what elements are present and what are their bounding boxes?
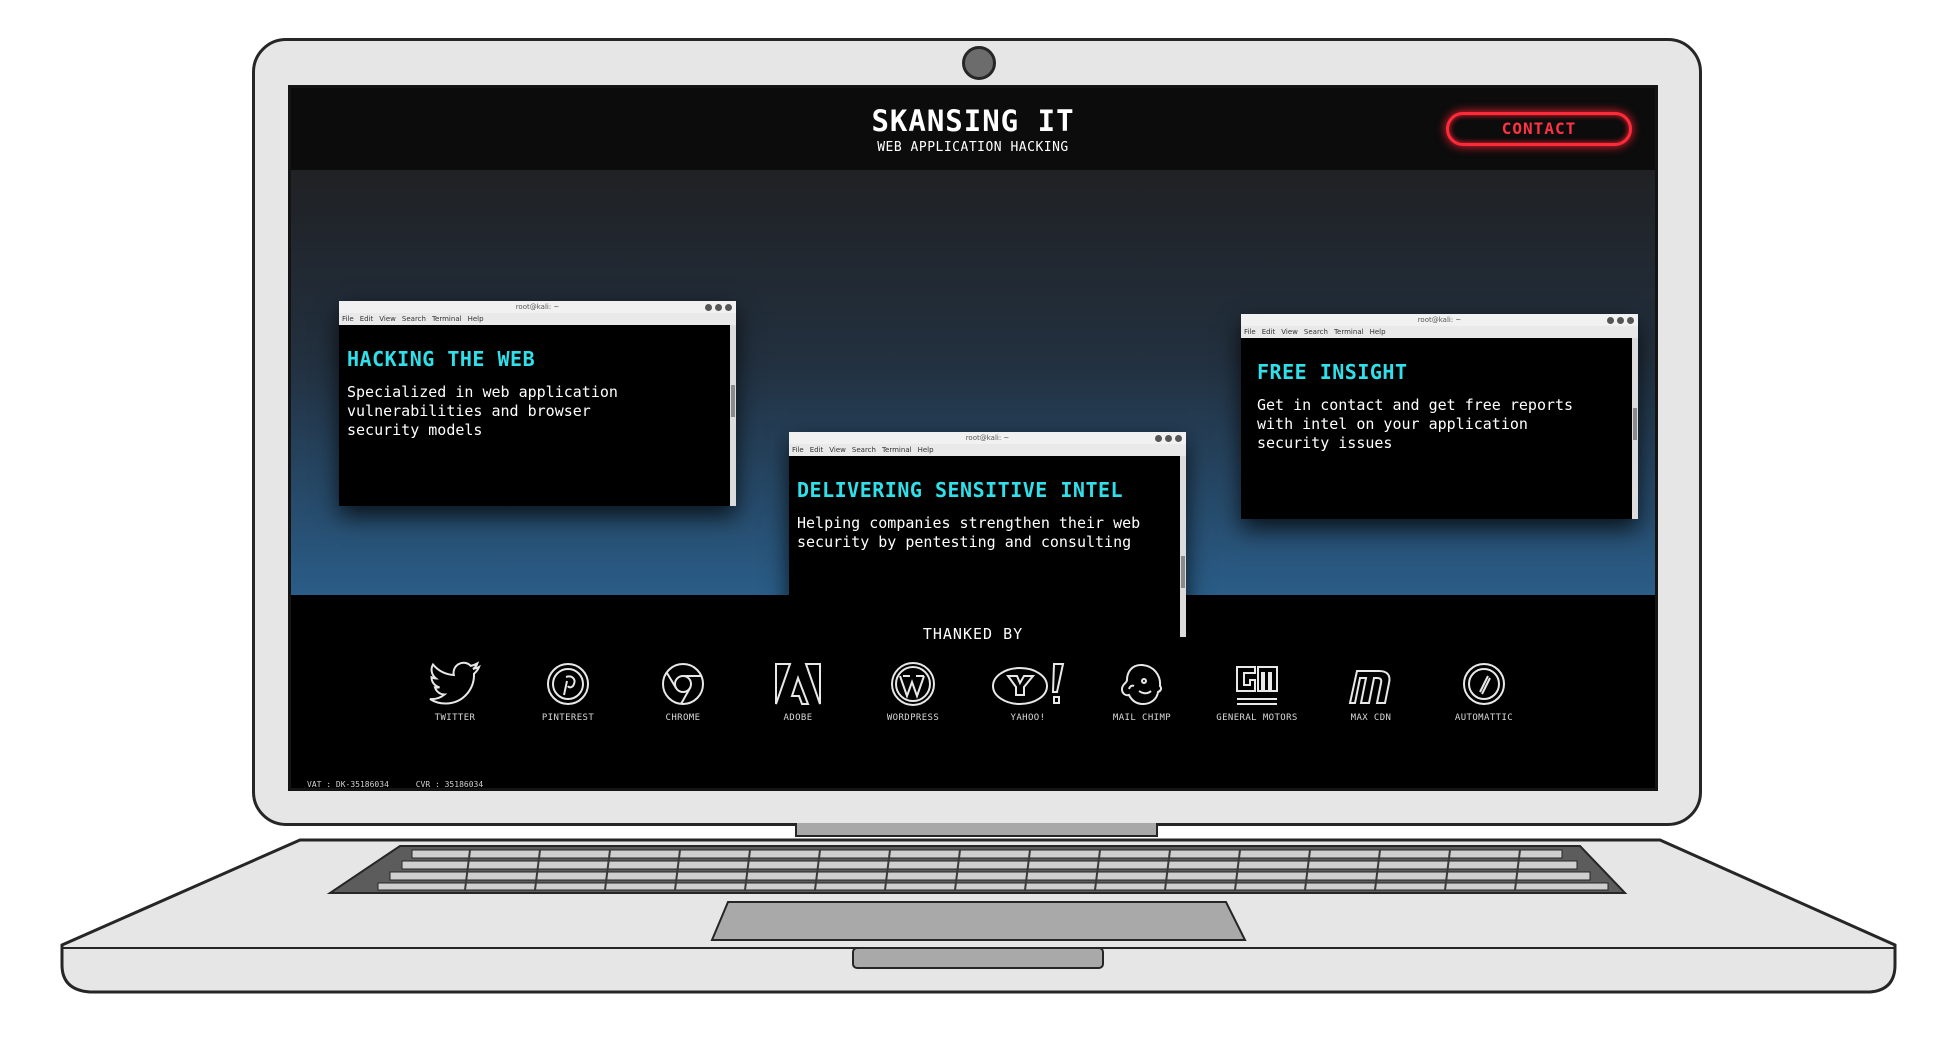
menu-terminal[interactable]: Terminal [1334, 328, 1364, 336]
terminal-scrollbar[interactable] [1632, 338, 1638, 519]
menu-file[interactable]: File [1244, 328, 1256, 336]
logo-yahoo[interactable]: YAHOO! [973, 661, 1083, 723]
logo-label: MAX CDN [1350, 713, 1392, 723]
menu-terminal[interactable]: Terminal [432, 315, 462, 323]
window-controls[interactable] [702, 303, 732, 315]
terminal-titlebar: root@kali: ~ [789, 432, 1186, 444]
terminal-title: root@kali: ~ [1417, 316, 1462, 324]
footer-vat: VAT : DK-35186034 [307, 780, 389, 789]
logo-wordpress[interactable]: WORDPRESS [858, 661, 968, 723]
logo-mailchimp[interactable]: MAIL CHIMP [1087, 661, 1197, 723]
menu-file[interactable]: File [792, 446, 804, 454]
terminal-menu: File Edit View Search Terminal Help [1241, 326, 1638, 338]
logo-label: MAIL CHIMP [1112, 713, 1172, 723]
logo-adobe[interactable]: ADOBE [743, 661, 853, 723]
logo-label: AUTOMATTIC [1454, 713, 1514, 723]
brand-subtitle: WEB APPLICATION HACKING [877, 140, 1069, 155]
logo-label: ADOBE [783, 713, 813, 723]
logo-maxcdn[interactable]: MAX CDN [1316, 661, 1426, 723]
window-controls[interactable] [1604, 316, 1634, 328]
laptop-hinge [795, 823, 1158, 837]
terminal-menu: File Edit View Search Terminal Help [789, 444, 1186, 456]
terminal-menu: File Edit View Search Terminal Help [339, 313, 736, 325]
terminal-scrollbar[interactable] [1180, 456, 1186, 637]
terminal-title: root@kali: ~ [515, 303, 560, 311]
card-text: Specialized in web application vulnerabi… [347, 383, 618, 439]
card-heading: FREE INSIGHT [1257, 360, 1408, 384]
menu-terminal[interactable]: Terminal [882, 446, 912, 454]
menu-help[interactable]: Help [468, 315, 484, 323]
menu-help[interactable]: Help [1370, 328, 1386, 336]
terminal-card-insight: root@kali: ~ File Edit View Search Terminal H… [1241, 314, 1638, 519]
terminal-body: FREE INSIGHT Get in contact and get free… [1241, 338, 1638, 453]
card-heading: HACKING THE WEB [347, 347, 536, 371]
footer-cvr: CVR : 35186034 [415, 780, 484, 789]
logo-general-motors[interactable]: GENERAL MOTORS [1202, 661, 1312, 723]
menu-view[interactable]: View [1281, 328, 1298, 336]
twitter-icon [429, 661, 481, 705]
logo-twitter[interactable]: TWITTER [400, 661, 510, 723]
thanked-by-title: THANKED BY [922, 625, 1024, 643]
adobe-icon [775, 663, 821, 705]
menu-view[interactable]: View [379, 315, 396, 323]
footer-company-info: VAT : DK-35186034 CVR : 35186034 [307, 780, 505, 789]
card-text: Get in contact and get free reports with… [1257, 396, 1574, 452]
terminal-card-intel: root@kali: ~ File Edit View Search Terminal H… [789, 432, 1186, 637]
logo-label: CHROME [665, 713, 701, 723]
logo-automattic[interactable]: AUTOMATTIC [1429, 661, 1539, 723]
menu-edit[interactable]: Edit [360, 315, 374, 323]
card-text: Helping companies strengthen their web s… [797, 514, 1141, 551]
menu-search[interactable]: Search [402, 315, 426, 323]
wordpress-icon [891, 662, 935, 706]
website-screen: SKANSING IT WEB APPLICATION HACKING CONT… [288, 85, 1658, 791]
pinterest-icon [547, 663, 589, 705]
gm-icon [1236, 666, 1278, 705]
terminal-titlebar: root@kali: ~ [339, 301, 736, 313]
site-header: SKANSING IT WEB APPLICATION HACKING CONT… [291, 88, 1655, 170]
terminal-body: DELIVERING SENSITIVE INTEL Helping compa… [789, 456, 1186, 552]
logo-label: GENERAL MOTORS [1216, 713, 1298, 723]
logo-label: PINTEREST [541, 713, 595, 723]
menu-edit[interactable]: Edit [1262, 328, 1276, 336]
logo-chrome[interactable]: CHROME [628, 661, 738, 723]
chrome-icon [662, 663, 704, 705]
terminal-title: root@kali: ~ [965, 434, 1010, 442]
terminal-card-hacking: root@kali: ~ File Edit View Search Terminal H… [339, 301, 736, 506]
contact-button[interactable]: CONTACT [1446, 112, 1632, 146]
terminal-body: HACKING THE WEB Specialized in web appli… [339, 325, 736, 440]
automattic-icon [1463, 663, 1505, 705]
terminal-scrollbar[interactable] [730, 325, 736, 506]
menu-help[interactable]: Help [918, 446, 934, 454]
logo-label: TWITTER [434, 713, 476, 723]
card-heading: DELIVERING SENSITIVE INTEL [797, 478, 1124, 502]
menu-file[interactable]: File [342, 315, 354, 323]
menu-view[interactable]: View [829, 446, 846, 454]
logo-label: WORDPRESS [886, 713, 940, 723]
window-controls[interactable] [1152, 434, 1182, 446]
menu-search[interactable]: Search [1304, 328, 1328, 336]
terminal-titlebar: root@kali: ~ [1241, 314, 1638, 326]
mailchimp-icon [1120, 663, 1163, 706]
logo-pinterest[interactable]: PINTEREST [513, 661, 623, 723]
menu-search[interactable]: Search [852, 446, 876, 454]
logo-label: YAHOO! [1010, 713, 1046, 723]
menu-edit[interactable]: Edit [810, 446, 824, 454]
yahoo-icon [992, 663, 1065, 705]
hero-section: root@kali: ~ File Edit View Search Terminal H… [291, 170, 1655, 637]
maxcdn-icon [1348, 670, 1391, 704]
